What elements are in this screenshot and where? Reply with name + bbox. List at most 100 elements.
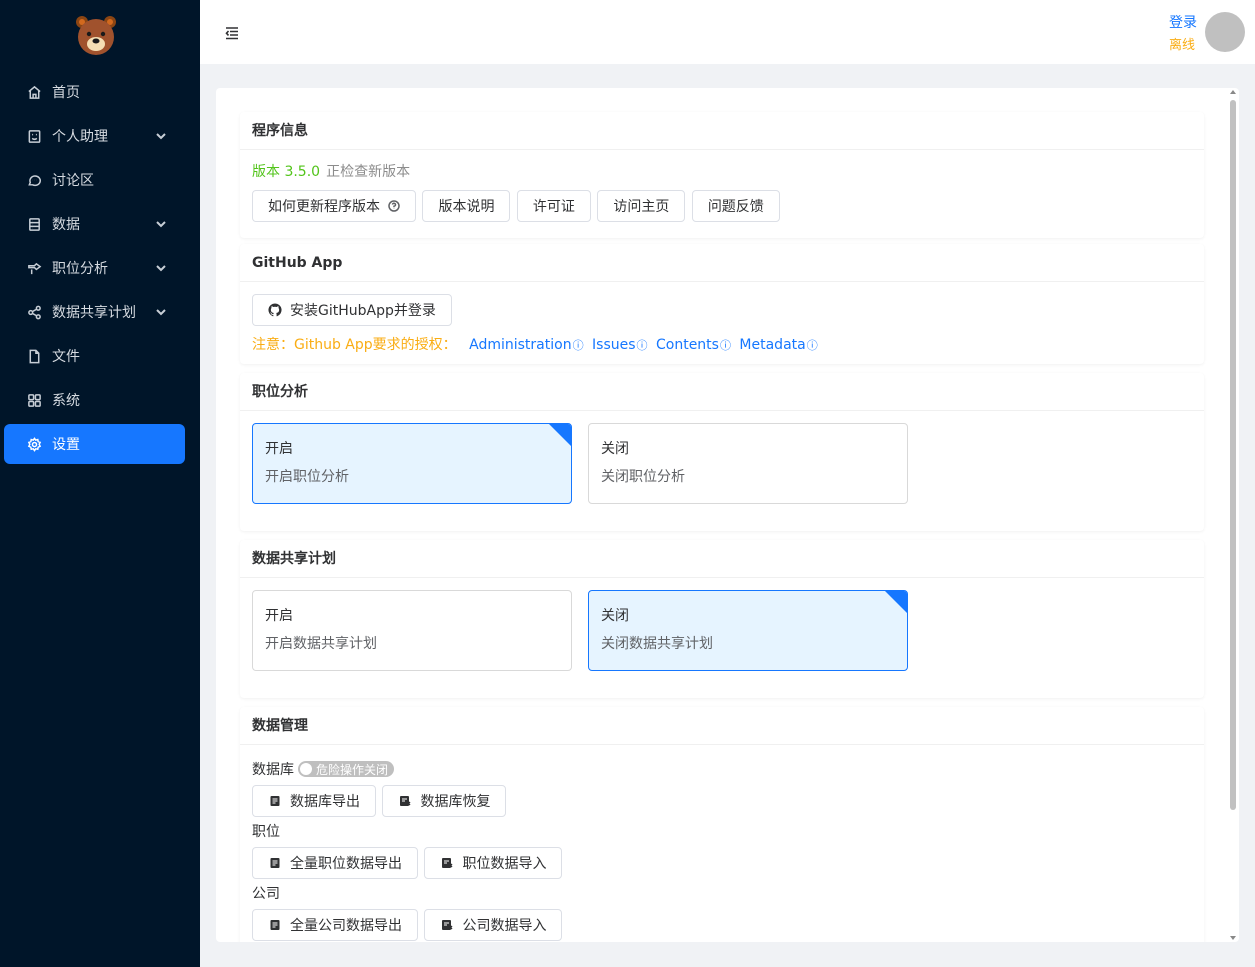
import-icon xyxy=(398,794,412,808)
import-icon xyxy=(440,918,454,932)
database-restore-button[interactable]: 数据库恢复 xyxy=(382,785,507,817)
login-link[interactable]: 登录 xyxy=(1169,12,1197,32)
scrollbar-thumb[interactable] xyxy=(1230,100,1236,810)
job-export-button[interactable]: 全量职位数据导出 xyxy=(252,847,418,879)
data-management-section: 数据管理 数据库 危险操作关闭 数据库导出 数据库恢复 职位 全量职位数据导出 … xyxy=(240,707,1204,942)
permission-metadata-link[interactable]: Metadataⓘ xyxy=(739,337,817,353)
sidebar-item-home[interactable]: 首页 xyxy=(4,72,185,112)
install-github-app-button[interactable]: 安装GitHubApp并登录 xyxy=(252,294,452,326)
sidebar-item-label: 职位分析 xyxy=(52,261,108,277)
section-title: 数据管理 xyxy=(240,707,1204,745)
release-notes-button[interactable]: 版本说明 xyxy=(422,190,511,222)
chevron-down-icon xyxy=(155,262,167,274)
database-export-button[interactable]: 数据库导出 xyxy=(252,785,376,817)
button-label: 安装GitHubApp并登录 xyxy=(290,303,436,319)
button-label: 公司数据导入 xyxy=(462,918,547,934)
option-title: 开启 xyxy=(265,608,293,624)
visit-homepage-button[interactable]: 访问主页 xyxy=(597,190,686,222)
job-analysis-off-option[interactable]: 关闭 关闭职位分析 xyxy=(588,423,908,504)
github-app-section: GitHub App 安装GitHubApp并登录 注意：Github App要… xyxy=(240,244,1204,364)
home-icon xyxy=(26,84,42,100)
option-title: 关闭 xyxy=(601,608,629,624)
job-analysis-section: 职位分析 开启 开启职位分析 关闭 关闭职位分析 xyxy=(240,373,1204,531)
sidebar-item-job-analysis[interactable]: 职位分析 xyxy=(4,248,185,288)
button-label: 职位数据导入 xyxy=(462,856,547,872)
how-to-update-button[interactable]: 如何更新程序版本 xyxy=(252,190,416,222)
feedback-button[interactable]: 问题反馈 xyxy=(691,190,780,222)
database-label: 数据库 xyxy=(252,762,294,778)
option-desc: 开启数据共享计划 xyxy=(265,636,377,652)
section-title: GitHub App xyxy=(240,244,1204,282)
check-update-text: 正检查新版本 xyxy=(326,164,411,180)
assistant-icon xyxy=(26,128,42,144)
avatar[interactable] xyxy=(1205,12,1245,52)
export-icon xyxy=(268,794,282,808)
sidebar-item-settings[interactable]: 设置 xyxy=(4,424,185,464)
danger-operation-switch[interactable]: 危险操作关闭 xyxy=(298,761,395,777)
job-label: 职位 xyxy=(252,824,280,840)
data-share-off-option[interactable]: 关闭 关闭数据共享计划 xyxy=(588,590,908,671)
sidebar-item-discussion[interactable]: 讨论区 xyxy=(4,160,185,200)
switch-label: 危险操作关闭 xyxy=(316,762,389,777)
permission-label: Administration xyxy=(469,337,572,353)
option-desc: 关闭职位分析 xyxy=(601,469,685,485)
menu-collapse-icon[interactable] xyxy=(224,25,240,41)
info-icon: ⓘ xyxy=(572,339,584,352)
system-icon xyxy=(26,392,42,408)
sidebar-item-label: 首页 xyxy=(52,85,80,101)
sidebar-item-file[interactable]: 文件 xyxy=(4,336,185,376)
bear-logo-icon[interactable] xyxy=(74,13,118,57)
chevron-down-icon xyxy=(155,218,167,230)
button-label: 数据库恢复 xyxy=(420,794,491,810)
option-title: 关闭 xyxy=(601,441,629,457)
data-share-on-option[interactable]: 开启 开启数据共享计划 xyxy=(252,590,572,671)
data-icon xyxy=(26,216,42,232)
permission-contents-link[interactable]: Contentsⓘ xyxy=(656,337,731,353)
permission-issues-link[interactable]: Issuesⓘ xyxy=(592,337,648,353)
company-export-button[interactable]: 全量公司数据导出 xyxy=(252,909,418,941)
company-label: 公司 xyxy=(252,886,280,902)
section-title: 程序信息 xyxy=(240,112,1204,150)
sidebar-item-label: 数据 xyxy=(52,217,80,233)
chat-icon xyxy=(26,172,42,188)
gear-icon xyxy=(26,436,42,452)
sidebar-item-label: 个人助理 xyxy=(52,129,108,145)
permission-label: Metadata xyxy=(739,337,806,353)
option-desc: 开启职位分析 xyxy=(265,469,349,485)
company-import-button[interactable]: 公司数据导入 xyxy=(424,909,563,941)
section-title: 数据共享计划 xyxy=(240,540,1204,578)
settings-content: 程序信息 版本 3.5.0 正检查新版本 如何更新程序版本 版本说明 许可证 访问… xyxy=(216,88,1239,942)
sidebar-item-assistant[interactable]: 个人助理 xyxy=(4,116,185,156)
permission-administration-link[interactable]: Administrationⓘ xyxy=(469,337,583,353)
sidebar-menu: 首页 个人助理 讨论区 数据 职位分析 数据共享计划 文件 系统 设置 xyxy=(0,72,200,468)
button-label: 全量公司数据导出 xyxy=(290,918,402,934)
option-desc: 关闭数据共享计划 xyxy=(601,636,713,652)
sidebar-item-label: 讨论区 xyxy=(52,173,94,189)
job-import-button[interactable]: 职位数据导入 xyxy=(424,847,563,879)
sidebar-item-label: 数据共享计划 xyxy=(52,305,136,321)
chevron-down-icon xyxy=(155,306,167,318)
job-analysis-on-option[interactable]: 开启 开启职位分析 xyxy=(252,423,572,504)
data-share-section: 数据共享计划 开启 开启数据共享计划 关闭 关闭数据共享计划 xyxy=(240,540,1204,698)
version-text: 版本 3.5.0 xyxy=(252,164,321,180)
scroll-up-icon[interactable] xyxy=(1230,90,1236,94)
info-icon: ⓘ xyxy=(719,339,731,352)
export-icon xyxy=(268,918,282,932)
sidebar-item-data-share[interactable]: 数据共享计划 xyxy=(4,292,185,332)
sidebar-item-system[interactable]: 系统 xyxy=(4,380,185,420)
connection-status: 离线 xyxy=(1169,38,1196,53)
sidebar: 首页 个人助理 讨论区 数据 职位分析 数据共享计划 文件 系统 设置 xyxy=(0,0,200,967)
sidebar-item-data[interactable]: 数据 xyxy=(4,204,185,244)
analysis-icon xyxy=(26,260,42,276)
program-info-section: 程序信息 版本 3.5.0 正检查新版本 如何更新程序版本 版本说明 许可证 访问… xyxy=(240,112,1204,238)
github-icon xyxy=(268,303,282,317)
export-icon xyxy=(268,856,282,870)
selected-corner-icon xyxy=(549,424,571,446)
info-icon: ⓘ xyxy=(636,339,648,352)
permission-note: 注意：Github App要求的授权： xyxy=(252,337,457,353)
scroll-down-icon[interactable] xyxy=(1230,936,1236,940)
question-circle-icon xyxy=(388,200,400,212)
license-button[interactable]: 许可证 xyxy=(516,190,591,222)
info-icon: ⓘ xyxy=(806,339,818,352)
selected-corner-icon xyxy=(885,591,907,613)
